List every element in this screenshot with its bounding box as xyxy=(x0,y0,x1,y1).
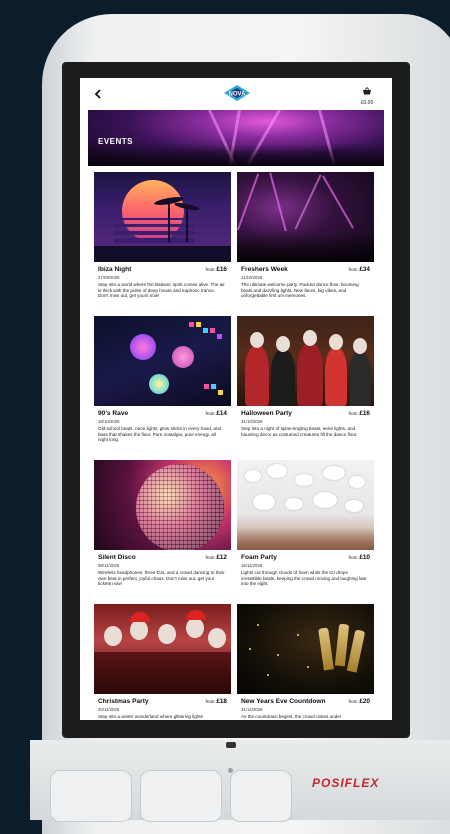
event-image xyxy=(237,460,374,550)
event-price: from £20 xyxy=(348,698,370,705)
event-date: 11/10/2025 xyxy=(241,275,263,280)
events-grid: Ibiza Night from £16 27/09/2025 Step int… xyxy=(94,172,378,720)
event-image xyxy=(94,316,231,406)
cart-button[interactable]: £0.00 xyxy=(356,82,378,106)
kiosk-slot xyxy=(50,770,132,822)
event-date: 08/11/2025 xyxy=(98,563,120,568)
event-card-ibiza-night[interactable]: Ibiza Night from £16 27/09/2025 Step int… xyxy=(94,172,231,310)
event-date: 31/12/2025 xyxy=(241,707,263,712)
event-card-foam-party[interactable]: Foam Party from £10 15/11/2025 Lights cu… xyxy=(237,460,374,598)
event-price: from £10 xyxy=(348,554,370,561)
event-card-silent-disco[interactable]: Silent Disco from £12 08/11/2025 Wireles… xyxy=(94,460,231,598)
event-title: Christmas Party xyxy=(98,698,149,705)
logo-text: NOVA xyxy=(229,92,247,98)
event-image xyxy=(94,172,231,262)
event-image xyxy=(237,316,374,406)
basket-icon xyxy=(363,86,371,95)
event-price: from £18 xyxy=(205,698,227,705)
event-description: As the countdown begins, the crowd unite… xyxy=(241,714,342,719)
events-banner: EVENTS xyxy=(88,110,384,166)
event-price: from £16 xyxy=(348,410,370,417)
page-title: EVENTS xyxy=(98,137,134,146)
back-button[interactable] xyxy=(94,86,102,102)
event-title: Freshers Week xyxy=(241,266,288,273)
event-price: from £16 xyxy=(205,266,227,273)
nova-logo[interactable]: NOVA xyxy=(220,84,254,102)
chevron-left-icon xyxy=(94,89,101,99)
event-price: from £14 xyxy=(205,410,227,417)
event-image xyxy=(237,604,374,694)
event-description: Wireless headphones, three DJs, and a cr… xyxy=(98,570,225,587)
indicator-led xyxy=(228,768,233,773)
event-date: 15/11/2025 xyxy=(241,563,263,568)
event-title: 90's Rave xyxy=(98,410,129,417)
kiosk-screen: NOVA £0.00 EVENTS Ibiza Night from £16 2… xyxy=(80,78,392,720)
kiosk-slot xyxy=(230,770,292,822)
event-date: 27/09/2025 xyxy=(98,275,120,280)
device-brand: POSIFLEX xyxy=(312,776,380,790)
event-description: Step into a winter wonderland where glit… xyxy=(98,714,203,719)
camera xyxy=(226,742,236,748)
event-price: from £34 xyxy=(348,266,370,273)
event-image xyxy=(94,460,231,550)
event-description: The ultimate welcome party. Packed dance… xyxy=(241,282,359,299)
event-card-new-years-eve-countdown[interactable]: New Years Eve Countdown from £20 31/12/2… xyxy=(237,604,374,720)
event-date: 31/10/2025 xyxy=(241,419,263,424)
event-title: Foam Party xyxy=(241,554,277,561)
event-title: Silent Disco xyxy=(98,554,136,561)
event-title: Halloween Party xyxy=(241,410,292,417)
event-date: 18/10/2025 xyxy=(98,419,120,424)
event-card-halloween-party[interactable]: Halloween Party from £16 31/10/2025 Step… xyxy=(237,316,374,454)
event-description: Step into a world where the Balearic spi… xyxy=(98,282,225,299)
event-image xyxy=(94,604,231,694)
kiosk-slot xyxy=(140,770,222,822)
event-card-freshers-week[interactable]: Freshers Week from £34 11/10/2025 The ul… xyxy=(237,172,374,310)
event-card-christmas-party[interactable]: Christmas Party from £18 20/11/2025 Step… xyxy=(94,604,231,720)
event-image xyxy=(237,172,374,262)
event-description: Step into a night of spine-tingling beat… xyxy=(241,426,358,437)
event-date: 20/11/2025 xyxy=(98,707,120,712)
top-bar: NOVA £0.00 xyxy=(80,78,392,108)
event-card-90s-rave[interactable]: 90's Rave from £14 18/10/2025 Old-school… xyxy=(94,316,231,454)
cart-total: £0.00 xyxy=(360,100,374,106)
event-price: from £12 xyxy=(205,554,227,561)
event-description: Lights cut through clouds of foam while … xyxy=(241,570,367,587)
event-description: Old-school beats, neon lights, glow stic… xyxy=(98,426,222,443)
event-title: Ibiza Night xyxy=(98,266,132,273)
event-title: New Years Eve Countdown xyxy=(241,698,326,705)
